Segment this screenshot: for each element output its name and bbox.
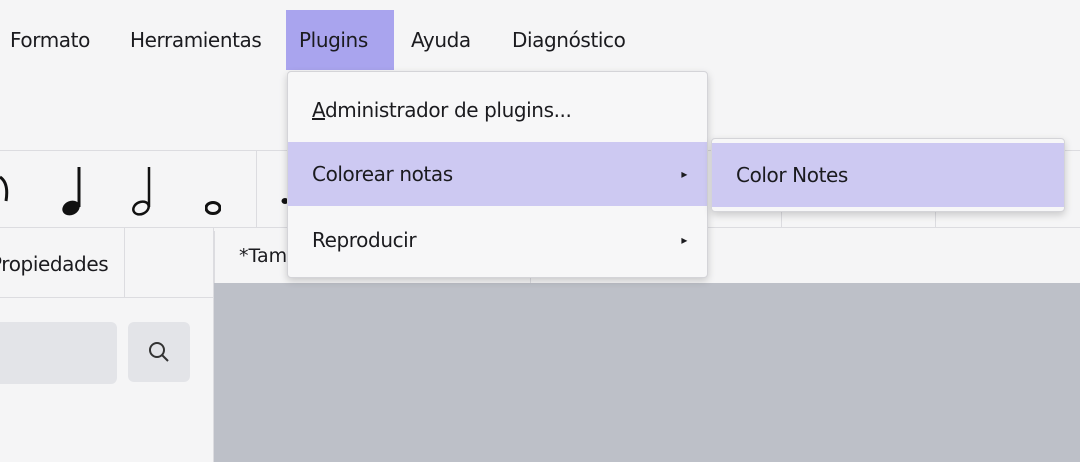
- panel-tab-empty[interactable]: [125, 227, 214, 298]
- tab-propiedades[interactable]: Propiedades: [0, 227, 125, 298]
- score-canvas[interactable]: [214, 283, 1080, 462]
- submenu-arrow-icon: ▸: [681, 167, 687, 181]
- toolbar-divider: [256, 151, 257, 227]
- properties-panel: [0, 298, 214, 462]
- search-icon: [149, 342, 169, 362]
- menu-formato[interactable]: Formato: [4, 10, 96, 70]
- menu-herramientas[interactable]: Herramientas: [124, 10, 267, 70]
- search-input[interactable]: [0, 322, 117, 384]
- whole-note-icon[interactable]: [205, 201, 221, 215]
- quarter-note-icon[interactable]: [60, 165, 84, 217]
- menu-item-colorear-notas[interactable]: Colorear notas ▸: [288, 142, 707, 206]
- menu-ayuda[interactable]: Ayuda: [405, 10, 477, 70]
- colorear-notas-submenu: Color Notes: [711, 138, 1065, 212]
- half-note-icon[interactable]: [130, 165, 154, 217]
- plugins-dropdown: Administrador de plugins... Colorear not…: [287, 71, 708, 278]
- menu-item-administrador-de-plugins[interactable]: Administrador de plugins...: [288, 78, 707, 142]
- menu-diagnostico[interactable]: Diagnóstico: [506, 10, 631, 70]
- eighth-rest-icon[interactable]: [0, 171, 14, 211]
- menu-plugins[interactable]: Plugins: [286, 10, 394, 70]
- search-button[interactable]: [128, 322, 190, 382]
- menu-item-reproducir[interactable]: Reproducir ▸: [288, 208, 707, 272]
- submenu-arrow-icon: ▸: [681, 233, 687, 247]
- menu-item-color-notes[interactable]: Color Notes: [712, 143, 1064, 207]
